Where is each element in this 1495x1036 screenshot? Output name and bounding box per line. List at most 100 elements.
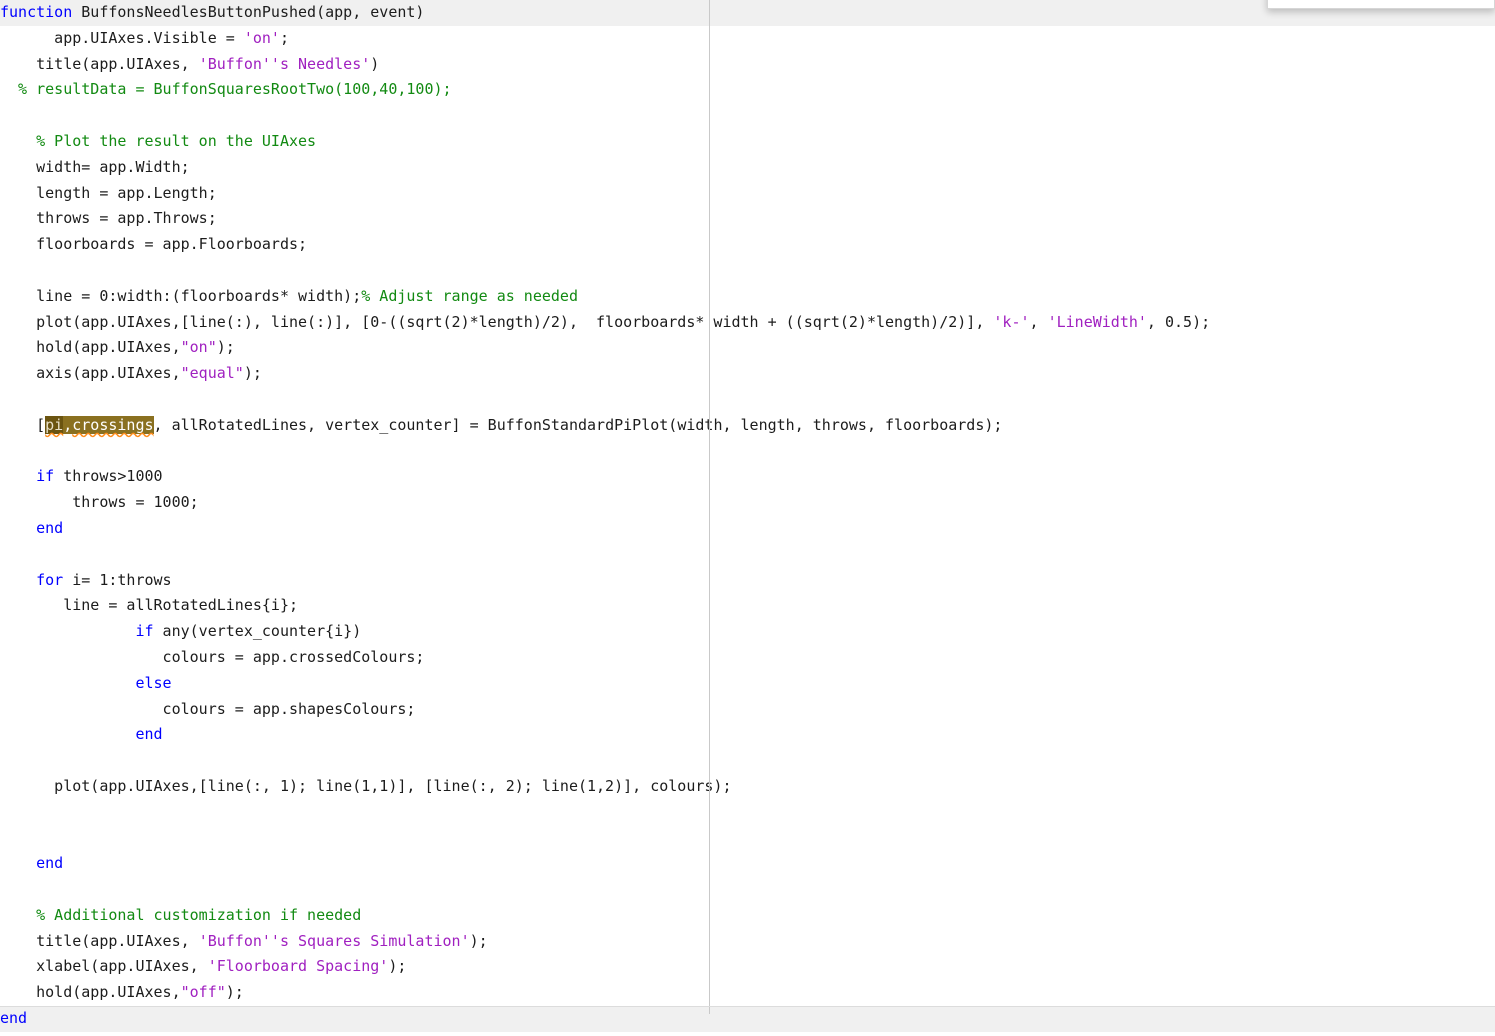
code-token: title(app.UIAxes, <box>0 931 199 950</box>
code-line[interactable]: % Additional customization if needed <box>0 903 1495 929</box>
code-token: i= 1:throws <box>63 570 172 589</box>
code-line[interactable]: else <box>0 671 1495 697</box>
code-line[interactable]: axis(app.UIAxes,"equal"); <box>0 361 1495 387</box>
string-token: "off" <box>180 983 226 1002</box>
code-line[interactable] <box>0 258 1495 284</box>
highlighted-occurrence[interactable]: crossings <box>72 415 154 434</box>
code-token: xlabel(app.UIAxes, <box>0 957 208 976</box>
code-line[interactable]: app.UIAxes.Visible = 'on'; <box>0 26 1495 52</box>
selected-token[interactable]: pi <box>45 415 64 434</box>
code-token: ); <box>388 957 407 976</box>
code-token: , <box>1029 312 1048 331</box>
code-line[interactable] <box>0 103 1495 129</box>
code-line[interactable]: line = allRotatedLines{i}; <box>0 593 1495 619</box>
code-token: length = app.Length; <box>0 183 217 202</box>
comment-token: % Additional customization if needed <box>0 905 362 924</box>
code-line[interactable] <box>0 826 1495 852</box>
keyword-token: for <box>36 570 64 589</box>
string-token: 'Floorboard Spacing' <box>207 957 389 976</box>
code-line[interactable]: length = app.Length; <box>0 181 1495 207</box>
string-token: 'Buffon''s Squares Simulation' <box>198 931 470 950</box>
code-token: throws>1000 <box>54 467 163 486</box>
code-token: hold(app.UIAxes, <box>0 338 181 357</box>
code-line[interactable]: floorboards = app.Floorboards; <box>0 232 1495 258</box>
code-line[interactable] <box>0 877 1495 903</box>
code-line[interactable]: width= app.Width; <box>0 155 1495 181</box>
keyword-token: end <box>36 518 64 537</box>
string-token: "equal" <box>180 364 244 383</box>
code-token: plot(app.UIAxes,[line(:), line(:)], [0-(… <box>0 312 994 331</box>
code-token: colours = app.shapesColours; <box>0 699 416 718</box>
string-token: "on" <box>180 338 217 357</box>
code-token: , 0.5); <box>1146 312 1211 331</box>
code-token: BuffonsNeedlesButtonPushed(app, event) <box>81 3 425 21</box>
keyword-token: end <box>36 854 64 873</box>
code-line[interactable] <box>0 542 1495 568</box>
code-token: ; <box>279 28 289 47</box>
code-line[interactable]: % resultData = BuffonSquaresRootTwo(100,… <box>0 77 1495 103</box>
code-token: [ <box>0 415 46 434</box>
comment-token: % resultData = BuffonSquaresRootTwo(100,… <box>0 80 452 99</box>
string-token: 'LineWidth' <box>1047 312 1147 331</box>
code-line[interactable]: colours = app.crossedColours; <box>0 645 1495 671</box>
highlighted-occurrence[interactable]: , <box>63 415 73 434</box>
code-line[interactable]: line = 0:width:(floorboards* width);% Ad… <box>0 284 1495 310</box>
keyword-token: end <box>0 1009 28 1028</box>
code-line[interactable] <box>0 800 1495 826</box>
code-line[interactable]: colours = app.shapesColours; <box>0 697 1495 723</box>
comment-token: % Plot the result on the UIAxes <box>0 131 317 150</box>
editor-bottom-divider <box>0 1006 1495 1007</box>
code-token: throws = 1000; <box>0 493 199 512</box>
code-line[interactable]: title(app.UIAxes, 'Buffon''s Squares Sim… <box>0 929 1495 955</box>
code-token: , allRotatedLines, vertex_counter] = Buf… <box>153 415 1003 434</box>
code-line[interactable]: hold(app.UIAxes,"off"); <box>0 980 1495 1006</box>
code-token: ); <box>225 983 244 1002</box>
code-text-area[interactable]: function BuffonsNeedlesButtonPushed(app,… <box>0 0 1495 1032</box>
keyword-token: if <box>36 467 55 486</box>
code-line[interactable]: [pi,crossings, allRotatedLines, vertex_c… <box>0 413 1495 439</box>
keyword-token: if <box>135 622 154 641</box>
code-line[interactable]: if throws>1000 <box>0 464 1495 490</box>
code-line[interactable] <box>0 387 1495 413</box>
code-token: plot(app.UIAxes,[line(:, 1); line(1,1)],… <box>0 776 732 795</box>
code-token: any(vertex_counter{i}) <box>153 622 362 641</box>
code-token: line = allRotatedLines{i}; <box>0 596 299 615</box>
code-line[interactable]: throws = app.Throws; <box>0 206 1495 232</box>
code-token: ); <box>469 931 488 950</box>
code-editor[interactable]: function BuffonsNeedlesButtonPushed(app,… <box>0 0 1495 1036</box>
code-line[interactable]: for i= 1:throws <box>0 568 1495 594</box>
code-line[interactable]: end <box>0 722 1495 748</box>
code-token: throws = app.Throws; <box>0 209 217 228</box>
code-line[interactable]: xlabel(app.UIAxes, 'Floorboard Spacing')… <box>0 954 1495 980</box>
code-token: title(app.UIAxes, <box>0 54 199 73</box>
code-line[interactable]: hold(app.UIAxes,"on"); <box>0 335 1495 361</box>
keyword-token: end <box>135 725 163 744</box>
code-line[interactable]: plot(app.UIAxes,[line(:, 1); line(1,1)],… <box>0 774 1495 800</box>
code-line[interactable]: throws = 1000; <box>0 490 1495 516</box>
floating-popup-panel[interactable] <box>1267 0 1495 9</box>
code-line[interactable]: end <box>0 516 1495 542</box>
code-line[interactable]: plot(app.UIAxes,[line(:), line(:)], [0-(… <box>0 310 1495 336</box>
code-token: ); <box>216 338 235 357</box>
code-token: colours = app.crossedColours; <box>0 647 425 666</box>
code-token: floorboards = app.Floorboards; <box>0 235 308 254</box>
string-token: 'Buffon''s Needles' <box>198 54 371 73</box>
code-line[interactable]: end <box>0 1006 1495 1032</box>
code-line[interactable]: title(app.UIAxes, 'Buffon''s Needles') <box>0 52 1495 78</box>
code-line[interactable] <box>0 439 1495 465</box>
keyword-token: function <box>0 3 82 21</box>
code-line[interactable]: end <box>0 851 1495 877</box>
code-line[interactable]: % Plot the result on the UIAxes <box>0 129 1495 155</box>
string-token: 'k-' <box>993 312 1030 331</box>
code-token: axis(app.UIAxes, <box>0 364 181 383</box>
code-token: hold(app.UIAxes, <box>0 983 181 1002</box>
code-token: app.UIAxes.Visible = <box>0 28 244 47</box>
code-line[interactable] <box>0 748 1495 774</box>
code-line[interactable]: if any(vertex_counter{i}) <box>0 619 1495 645</box>
